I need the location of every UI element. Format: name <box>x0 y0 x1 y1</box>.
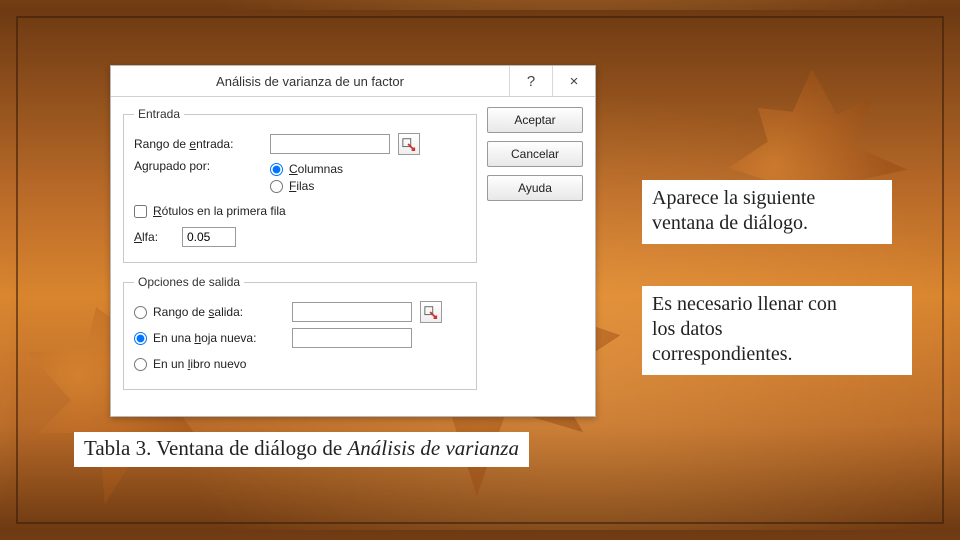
dialog-right-buttons: Aceptar Cancelar Ayuda <box>487 107 583 402</box>
alfa-field[interactable] <box>182 227 236 247</box>
radio-columns-input[interactable] <box>270 163 283 176</box>
checkbox-first-row-labels[interactable]: Rótulos en la primera fila <box>134 204 286 218</box>
row-output-range: Rango de salida: <box>134 301 466 323</box>
row-alfa: Alfa: <box>134 226 466 248</box>
row-new-sheet: En una hoja nueva: <box>134 327 466 349</box>
help-dialog-button[interactable]: Ayuda <box>487 175 583 201</box>
accept-button[interactable]: Aceptar <box>487 107 583 133</box>
group-by-label: Agrupado por: <box>134 159 262 173</box>
row-input-range: Rango de entrada: <box>134 133 466 155</box>
row-first-row-labels: Rótulos en la primera fila <box>134 200 466 222</box>
dialog-title: Análisis de varianza de un factor <box>111 66 509 96</box>
output-range-picker-icon[interactable] <box>420 301 442 323</box>
dialog-left: Entrada Rango de entrada: Agrupado por: <box>123 107 477 402</box>
radio-new-book-input[interactable] <box>134 358 147 371</box>
checkbox-first-row-labels-input[interactable] <box>134 205 147 218</box>
radio-output-range-input[interactable] <box>134 306 147 319</box>
note-1-line-2: ventana de diálogo. <box>652 211 882 236</box>
input-range-label: Rango de entrada: <box>134 137 262 151</box>
group-salida-legend: Opciones de salida <box>134 275 244 289</box>
input-range-field[interactable] <box>270 134 390 154</box>
radio-rows[interactable]: Filas <box>270 179 343 193</box>
radio-output-range[interactable]: Rango de salida: <box>134 305 284 319</box>
dialog-body: Entrada Rango de entrada: Agrupado por: <box>111 97 595 416</box>
output-range-field[interactable] <box>292 302 412 322</box>
note-1: Aparece la siguiente ventana de diálogo. <box>642 180 892 244</box>
caption-em: Análisis de varianza <box>347 436 519 460</box>
row-group-by: Agrupado por: Columnas Filas <box>134 159 466 196</box>
radio-new-sheet[interactable]: En una hoja nueva: <box>134 331 284 345</box>
slide: Análisis de varianza de un factor ? × En… <box>0 0 960 540</box>
radio-new-sheet-input[interactable] <box>134 332 147 345</box>
caption: Tabla 3. Ventana de diálogo de Análisis … <box>74 432 529 467</box>
group-entrada: Entrada Rango de entrada: Agrupado por: <box>123 107 477 263</box>
note-2-line-2: los datos <box>652 317 902 342</box>
row-new-book: En un libro nuevo <box>134 353 466 375</box>
note-2-line-3: correspondientes. <box>652 342 902 367</box>
help-button[interactable]: ? <box>509 66 552 96</box>
note-2: Es necesario llenar con los datos corres… <box>642 286 912 375</box>
radio-columns[interactable]: Columnas <box>270 162 343 176</box>
note-1-line-1: Aparece la siguiente <box>652 186 882 211</box>
alfa-label: Alfa: <box>134 230 174 244</box>
note-2-line-1: Es necesario llenar con <box>652 292 902 317</box>
cancel-button[interactable]: Cancelar <box>487 141 583 167</box>
anova-dialog: Análisis de varianza de un factor ? × En… <box>110 65 596 417</box>
group-salida: Opciones de salida Rango de salida: <box>123 275 477 390</box>
new-sheet-field[interactable] <box>292 328 412 348</box>
range-picker-icon[interactable] <box>398 133 420 155</box>
radio-new-book[interactable]: En un libro nuevo <box>134 357 246 371</box>
group-by-options: Columnas Filas <box>270 159 343 196</box>
titlebar: Análisis de varianza de un factor ? × <box>111 66 595 97</box>
group-entrada-legend: Entrada <box>134 107 184 121</box>
caption-text: Tabla 3. Ventana de diálogo de <box>84 436 347 460</box>
close-button[interactable]: × <box>552 66 595 96</box>
radio-rows-input[interactable] <box>270 180 283 193</box>
